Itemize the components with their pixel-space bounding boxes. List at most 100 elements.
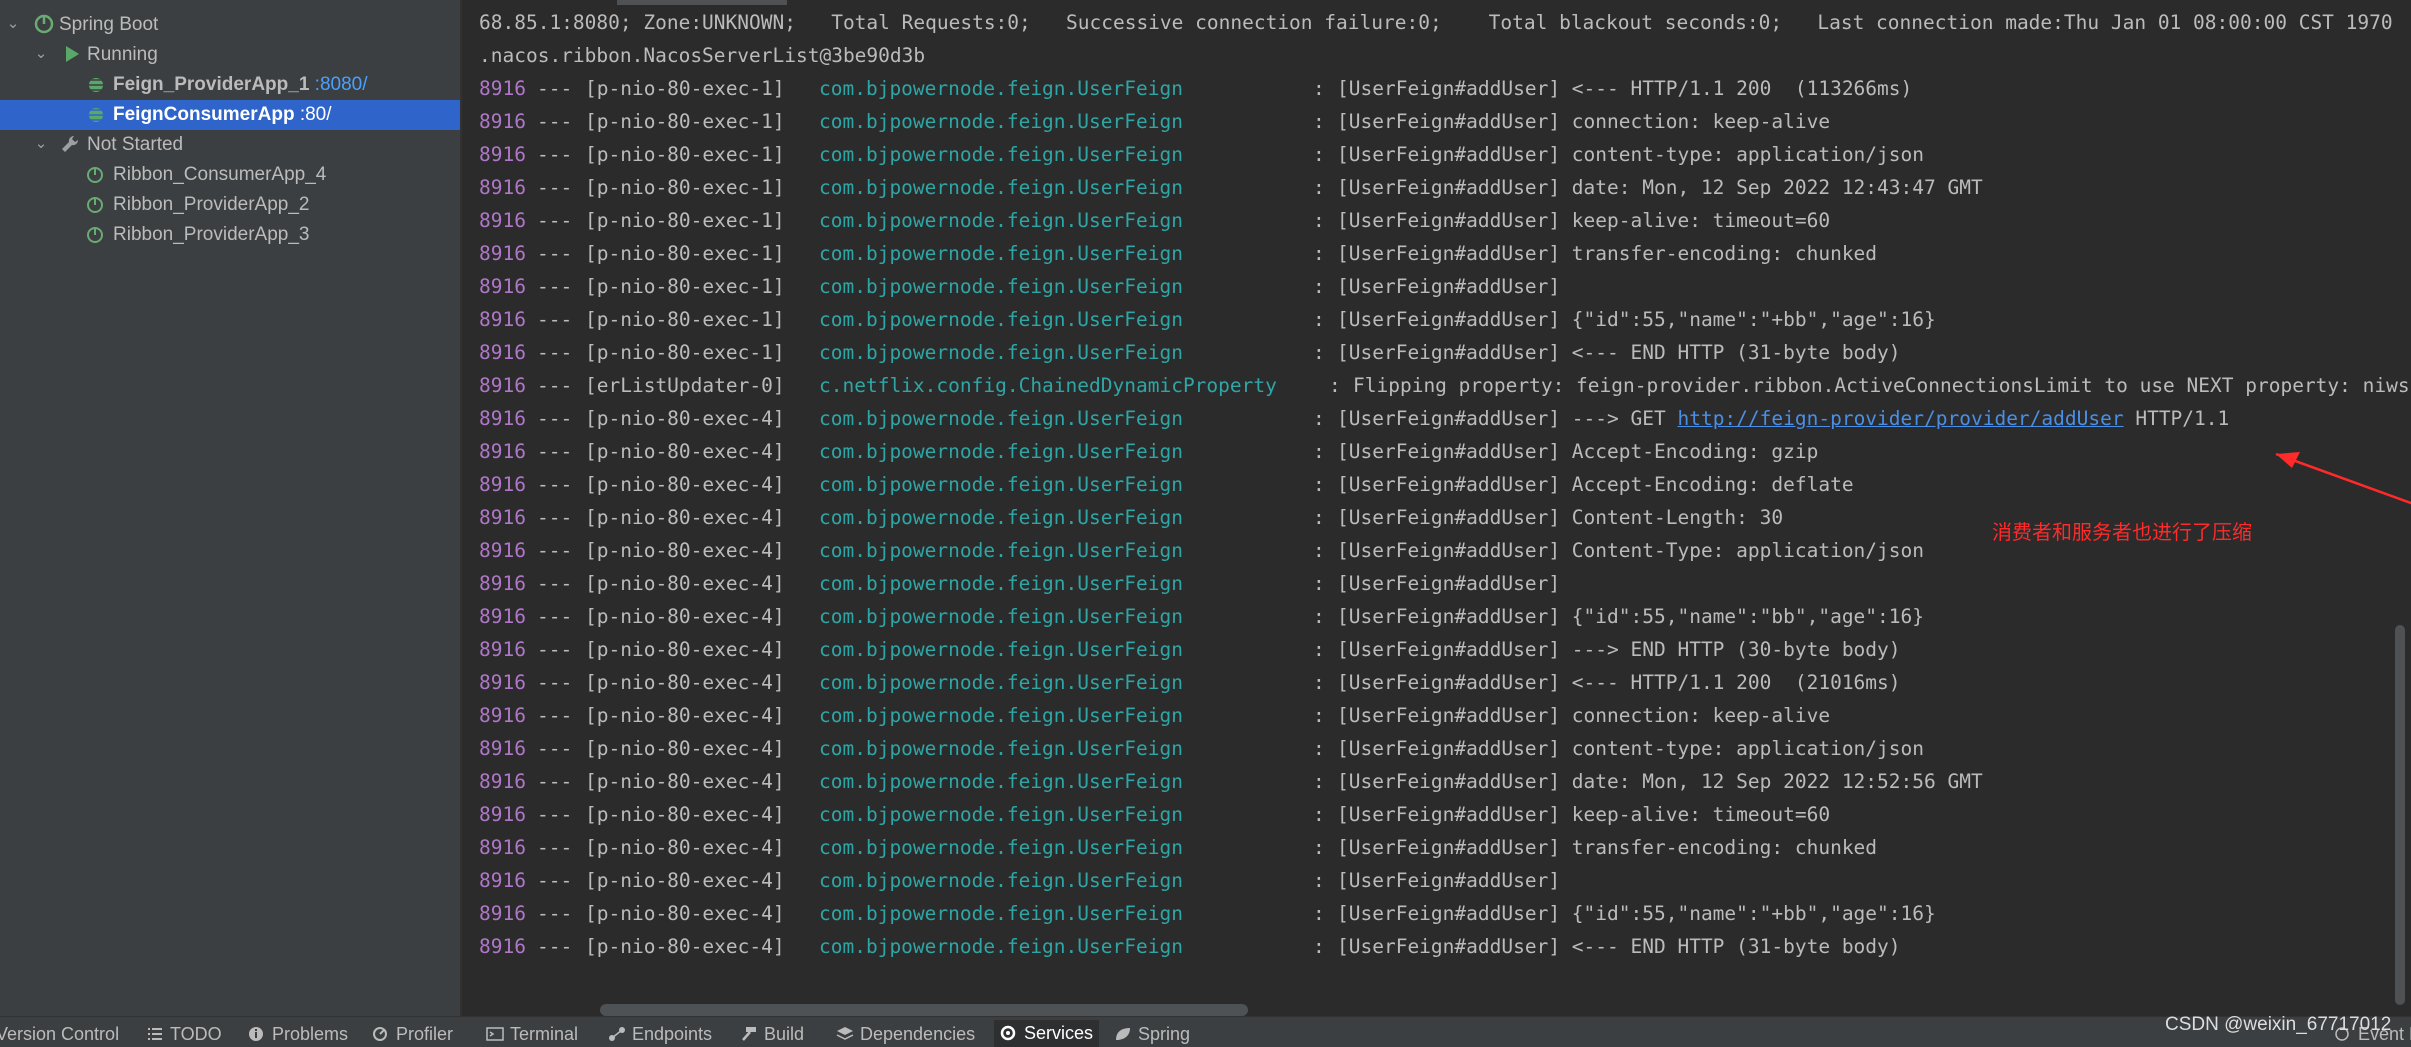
console-header-line: 68.85.1:8080; Zone:UNKNOWN; Total Reques… (479, 11, 2393, 34)
tree-node-ribbon-consumer-app-4[interactable]: Ribbon_ConsumerApp_4 (0, 160, 460, 190)
log-colon: : (1313, 638, 1325, 661)
log-thread: [p-nio-80-exec-4] (585, 407, 785, 430)
log-separator: --- (537, 176, 573, 199)
chevron-down-icon[interactable]: ⌄ (4, 13, 22, 35)
tree-node-feign-provider-app-1[interactable]: Feign_ProviderApp_1 :8080/ (0, 70, 460, 100)
log-colon: : (1313, 110, 1325, 133)
log-colon: : (1313, 671, 1325, 694)
log-separator: --- (537, 407, 573, 430)
tree-node-spring-boot[interactable]: ⌄ Spring Boot (0, 10, 460, 40)
hammer-icon (742, 1027, 756, 1041)
log-colon: : (1329, 374, 1341, 397)
log-thread: [p-nio-80-exec-4] (585, 704, 785, 727)
tool-todo[interactable]: TODO (146, 1022, 222, 1046)
log-logger: com.bjpowernode.feign.UserFeign (819, 209, 1183, 232)
log-colon: : (1313, 176, 1325, 199)
log-logger: com.bjpowernode.feign.UserFeign (819, 77, 1183, 100)
log-logger: com.bjpowernode.feign.UserFeign (819, 539, 1183, 562)
log-logger: com.bjpowernode.feign.UserFeign (819, 638, 1183, 661)
log-message-text: [UserFeign#addUser] keep-alive: timeout=… (1337, 209, 1831, 232)
console-output[interactable]: 68.85.1:8080; Zone:UNKNOWN; Total Reques… (462, 0, 2411, 1016)
log-pid: 8916 (479, 440, 526, 463)
log-message-text: [UserFeign#addUser] <--- END HTTP (31-by… (1337, 341, 1901, 364)
log-message: [UserFeign#addUser] {"id":55,"name":"+bb… (1337, 899, 1936, 929)
tool-label: Profiler (396, 1024, 454, 1044)
log-message: [UserFeign#addUser] keep-alive: timeout=… (1337, 206, 1830, 236)
log-colon: : (1313, 704, 1325, 727)
tree-node-ribbon-provider-app-2[interactable]: Ribbon_ProviderApp_2 (0, 190, 460, 220)
chevron-down-icon[interactable]: ⌄ (32, 133, 50, 155)
spring-boot-app-icon (87, 197, 103, 213)
log-pid: 8916 (479, 473, 526, 496)
log-message-text: [UserFeign#addUser] connection: keep-ali… (1337, 704, 1831, 727)
log-thread: [p-nio-80-exec-4] (585, 770, 785, 793)
log-colon: : (1313, 770, 1325, 793)
log-thread: [p-nio-80-exec-1] (585, 242, 785, 265)
log-url-link[interactable]: http://feign-provider/provider/addUser (1677, 407, 2123, 430)
log-thread: [p-nio-80-exec-4] (585, 836, 785, 859)
tool-dependencies[interactable]: Dependencies (836, 1022, 975, 1046)
app-port-link[interactable]: :8080/ (309, 74, 368, 95)
log-pid: 8916 (479, 506, 526, 529)
tool-spring[interactable]: Spring (1114, 1022, 1190, 1046)
log-pid: 8916 (479, 110, 526, 133)
log-separator: --- (537, 638, 573, 661)
tool-terminal[interactable]: Terminal (486, 1022, 578, 1046)
tool-endpoints[interactable]: Endpoints (608, 1022, 712, 1046)
log-message: [UserFeign#addUser] date: Mon, 12 Sep 20… (1337, 767, 1983, 797)
log-message: [UserFeign#addUser] Accept-Encoding: def… (1337, 470, 1854, 500)
log-pid: 8916 (479, 341, 526, 364)
log-message: [UserFeign#addUser] <--- END HTTP (31-by… (1337, 932, 1901, 962)
log-message: [UserFeign#addUser] ---> END HTTP (30-by… (1337, 635, 1901, 665)
log-colon: : (1313, 902, 1325, 925)
chevron-down-icon[interactable]: ⌄ (32, 43, 50, 65)
log-pid: 8916 (479, 836, 526, 859)
tool-services[interactable]: Services (994, 1020, 1100, 1047)
tool-version-control[interactable]: Version Control (0, 1022, 119, 1046)
log-message: [UserFeign#addUser] <--- END HTTP (31-by… (1337, 338, 1901, 368)
tree-node-not-started[interactable]: ⌄ Not Started (0, 130, 460, 160)
log-separator: --- (537, 704, 573, 727)
log-separator: --- (537, 242, 573, 265)
log-message-text: [UserFeign#addUser] transfer-encoding: c… (1337, 836, 1878, 859)
log-separator: --- (537, 902, 573, 925)
tree-node-feign-consumer-app[interactable]: FeignConsumerApp :80/ (0, 100, 460, 130)
log-colon: : (1313, 143, 1325, 166)
log-message-text: [UserFeign#addUser] content-type: applic… (1337, 737, 1924, 760)
tool-window-bar: Version Control TODO Problems Profiler T… (0, 1016, 2411, 1047)
tree-node-ribbon-provider-app-3[interactable]: Ribbon_ProviderApp_3 (0, 220, 460, 250)
log-colon: : (1313, 77, 1325, 100)
log-pid: 8916 (479, 902, 526, 925)
log-message: [UserFeign#addUser] transfer-encoding: c… (1337, 239, 1877, 269)
tool-problems[interactable]: Problems (248, 1022, 348, 1046)
log-separator: --- (537, 77, 573, 100)
log-thread: [p-nio-80-exec-1] (585, 176, 785, 199)
log-colon: : (1313, 242, 1325, 265)
log-separator: --- (537, 275, 573, 298)
log-pid: 8916 (479, 539, 526, 562)
tool-build[interactable]: Build (740, 1022, 804, 1046)
log-separator: --- (537, 770, 573, 793)
log-colon: : (1313, 506, 1325, 529)
log-message: [UserFeign#addUser] Content-Length: 30 (1337, 503, 1783, 533)
log-thread: [p-nio-80-exec-4] (585, 737, 785, 760)
log-thread: [p-nio-80-exec-4] (585, 440, 785, 463)
log-message-text: [UserFeign#addUser] (1337, 869, 1561, 892)
log-message: [UserFeign#addUser] content-type: applic… (1337, 140, 1924, 170)
log-logger: com.bjpowernode.feign.UserFeign (819, 803, 1183, 826)
horizontal-scrollbar-thumb[interactable] (600, 1004, 1248, 1016)
log-colon: : (1313, 935, 1325, 958)
terminal-icon (486, 1027, 504, 1041)
log-logger: com.bjpowernode.feign.UserFeign (819, 143, 1183, 166)
log-message-text: [UserFeign#addUser] date: Mon, 12 Sep 20… (1337, 176, 1983, 199)
app-port-link[interactable]: :80/ (295, 104, 332, 125)
log-thread: [p-nio-80-exec-1] (585, 209, 785, 232)
tree-node-running[interactable]: ⌄ Running (0, 40, 460, 70)
log-message-text: [UserFeign#addUser] (1337, 572, 1561, 595)
log-colon: : (1313, 539, 1325, 562)
tool-profiler[interactable]: Profiler (372, 1022, 453, 1046)
log-message-text: [UserFeign#addUser] {"id":55,"name":"+bb… (1337, 902, 1936, 925)
app-name: Ribbon_ProviderApp_3 (113, 224, 310, 245)
vertical-scrollbar-thumb[interactable] (2395, 625, 2405, 1005)
log-pid: 8916 (479, 737, 526, 760)
